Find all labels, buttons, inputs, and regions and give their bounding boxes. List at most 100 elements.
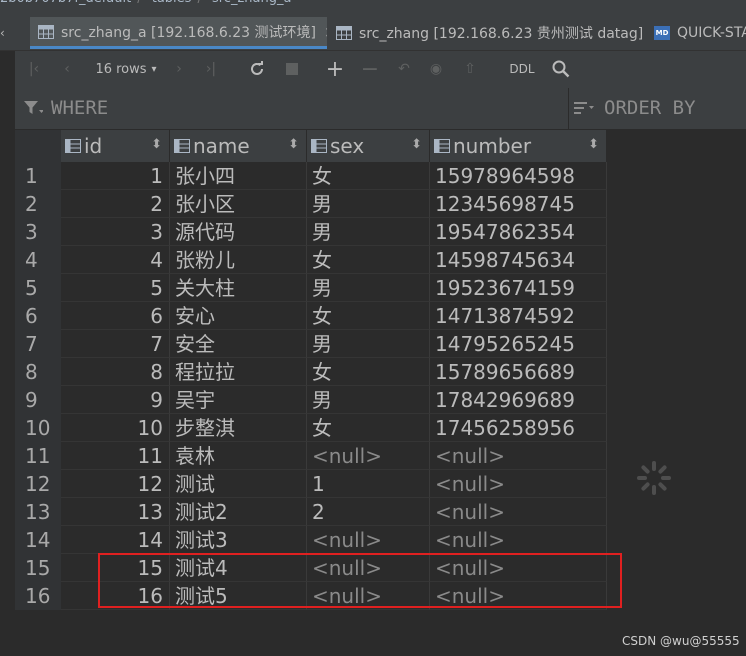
cell-sex[interactable]: 女 xyxy=(307,162,430,190)
cell-number[interactable]: 14713874592 xyxy=(430,302,607,330)
tab-src-zhang-a[interactable]: src_zhang_a [192.168.6.23 测试环境] × xyxy=(30,17,327,49)
preview-changes-button[interactable]: ◉ xyxy=(425,51,447,87)
stop-button[interactable] xyxy=(281,51,303,87)
cell-name[interactable]: 源代码 xyxy=(170,218,307,246)
row-number[interactable]: 11 xyxy=(15,442,61,470)
cell-sex[interactable]: 男 xyxy=(307,190,430,218)
cell-id[interactable]: 1 xyxy=(61,162,170,190)
row-number[interactable]: 13 xyxy=(15,498,61,526)
last-page-icon[interactable]: ›| xyxy=(199,51,223,87)
cell-number[interactable]: 14795265245 xyxy=(430,330,607,358)
breadcrumb-item[interactable]: src_zhang_a xyxy=(212,0,291,6)
cell-id[interactable]: 16 xyxy=(61,582,170,610)
cell-name[interactable]: 关大柱 xyxy=(170,274,307,302)
cell-sex[interactable]: <null> xyxy=(307,526,430,554)
cell-sex[interactable]: 1 xyxy=(307,470,430,498)
cell-number[interactable]: <null> xyxy=(430,498,607,526)
table-row[interactable]: 1 1 张小四女 15978964598 xyxy=(15,162,607,190)
cell-id[interactable]: 13 xyxy=(61,498,170,526)
cell-name[interactable]: 张小区 xyxy=(170,190,307,218)
table-row[interactable]: 13 13 测试2 2 <null> xyxy=(15,498,607,526)
cell-id[interactable]: 4 xyxy=(61,246,170,274)
first-page-icon[interactable]: |‹ xyxy=(23,51,45,87)
cell-id[interactable]: 2 xyxy=(61,190,170,218)
table-row[interactable]: 2 2 张小区男 12345698745 xyxy=(15,190,607,218)
cell-number[interactable]: <null> xyxy=(430,526,607,554)
cell-number[interactable]: 15789656689 xyxy=(430,358,607,386)
cell-sex[interactable]: 女 xyxy=(307,358,430,386)
table-row[interactable]: 6 6 安心女 14713874592 xyxy=(15,302,607,330)
row-number[interactable]: 8 xyxy=(15,358,61,386)
cell-id[interactable]: 10 xyxy=(61,414,170,442)
cell-sex[interactable]: 女 xyxy=(307,302,430,330)
cell-name[interactable]: 安心 xyxy=(170,302,307,330)
cell-sex[interactable]: 男 xyxy=(307,330,430,358)
cell-name[interactable]: 安全 xyxy=(170,330,307,358)
table-row[interactable]: 11 11 袁林 <null> <null> xyxy=(15,442,607,470)
cell-sex[interactable]: 男 xyxy=(307,274,430,302)
cell-name[interactable]: 张粉儿 xyxy=(170,246,307,274)
cell-number[interactable]: <null> xyxy=(430,470,607,498)
cell-name[interactable]: 测试5 xyxy=(170,582,307,610)
cell-name[interactable]: 步整淇 xyxy=(170,414,307,442)
table-row[interactable]: 5 5 关大柱男 19523674159 xyxy=(15,274,607,302)
sort-toggle-icon[interactable]: ⬍ xyxy=(288,137,299,152)
table-row[interactable]: 7 7 安全男 14795265245 xyxy=(15,330,607,358)
sort-toggle-icon[interactable]: ⬍ xyxy=(411,137,422,152)
tab-src-zhang[interactable]: src_zhang [192.168.6.23 贵州测试 datag] × xyxy=(328,17,643,49)
cell-id[interactable]: 12 xyxy=(61,470,170,498)
table-row[interactable]: 4 4 张粉儿女 14598745634 xyxy=(15,246,607,274)
close-icon[interactable]: × xyxy=(324,23,327,41)
table-row[interactable]: 8 8 程拉拉女 15789656689 xyxy=(15,358,607,386)
ddl-button[interactable]: DDL xyxy=(502,51,542,87)
previous-page-icon[interactable]: ‹ xyxy=(57,51,77,87)
table-row[interactable]: 15 15 测试4 <null> <null> xyxy=(15,554,607,582)
cell-id[interactable]: 3 xyxy=(61,218,170,246)
table-row[interactable]: 14 14 测试3 <null> <null> xyxy=(15,526,607,554)
cell-sex[interactable]: 女 xyxy=(307,246,430,274)
search-button[interactable] xyxy=(549,51,573,87)
cell-number[interactable]: <null> xyxy=(430,442,607,470)
tab-quick-start[interactable]: MD QUICK-STA xyxy=(646,17,746,49)
table-row[interactable]: 10 10 步整淇女 17456258956 xyxy=(15,414,607,442)
cell-number[interactable]: 15978964598 xyxy=(430,162,607,190)
table-row[interactable]: 3 3 源代码男 19547862354 xyxy=(15,218,607,246)
row-number[interactable]: 14 xyxy=(15,526,61,554)
column-header-sex[interactable]: sex ⬍ xyxy=(307,130,430,162)
row-number[interactable]: 7 xyxy=(15,330,61,358)
cell-number[interactable]: 12345698745 xyxy=(430,190,607,218)
column-header-name[interactable]: name ⬍ xyxy=(170,130,307,162)
cell-sex[interactable]: <null> xyxy=(307,442,430,470)
table-row[interactable]: 12 12 测试 1 <null> xyxy=(15,470,607,498)
cell-number[interactable]: 17842969689 xyxy=(430,386,607,414)
cell-sex[interactable]: 女 xyxy=(307,414,430,442)
cell-sex[interactable]: 男 xyxy=(307,386,430,414)
add-row-button[interactable]: + xyxy=(323,51,347,87)
row-number[interactable]: 16 xyxy=(15,582,61,610)
cell-sex[interactable]: 男 xyxy=(307,218,430,246)
cell-number[interactable]: 14598745634 xyxy=(430,246,607,274)
cell-number[interactable]: 19547862354 xyxy=(430,218,607,246)
row-number[interactable]: 9 xyxy=(15,386,61,414)
cell-name[interactable]: 测试2 xyxy=(170,498,307,526)
cell-number[interactable]: 17456258956 xyxy=(430,414,607,442)
cell-name[interactable]: 张小四 xyxy=(170,162,307,190)
cell-name[interactable]: 测试4 xyxy=(170,554,307,582)
where-filter-input[interactable]: WHERE xyxy=(23,97,108,119)
cell-id[interactable]: 6 xyxy=(61,302,170,330)
cell-name[interactable]: 吴宇 xyxy=(170,386,307,414)
tabs-scroll-left-icon[interactable]: ‹ xyxy=(0,17,10,49)
row-number[interactable]: 1 xyxy=(15,162,61,190)
cell-name[interactable]: 测试3 xyxy=(170,526,307,554)
cell-number[interactable]: <null> xyxy=(430,582,607,610)
cell-sex[interactable]: <null> xyxy=(307,582,430,610)
cell-id[interactable]: 9 xyxy=(61,386,170,414)
cell-name[interactable]: 袁林 xyxy=(170,442,307,470)
table-row[interactable]: 9 9 吴宇男 17842969689 xyxy=(15,386,607,414)
row-number[interactable]: 3 xyxy=(15,218,61,246)
row-number[interactable]: 12 xyxy=(15,470,61,498)
table-row[interactable]: 16 16 测试5 <null> <null> xyxy=(15,582,607,610)
row-number[interactable]: 10 xyxy=(15,414,61,442)
cell-sex[interactable]: 2 xyxy=(307,498,430,526)
row-number[interactable]: 5 xyxy=(15,274,61,302)
